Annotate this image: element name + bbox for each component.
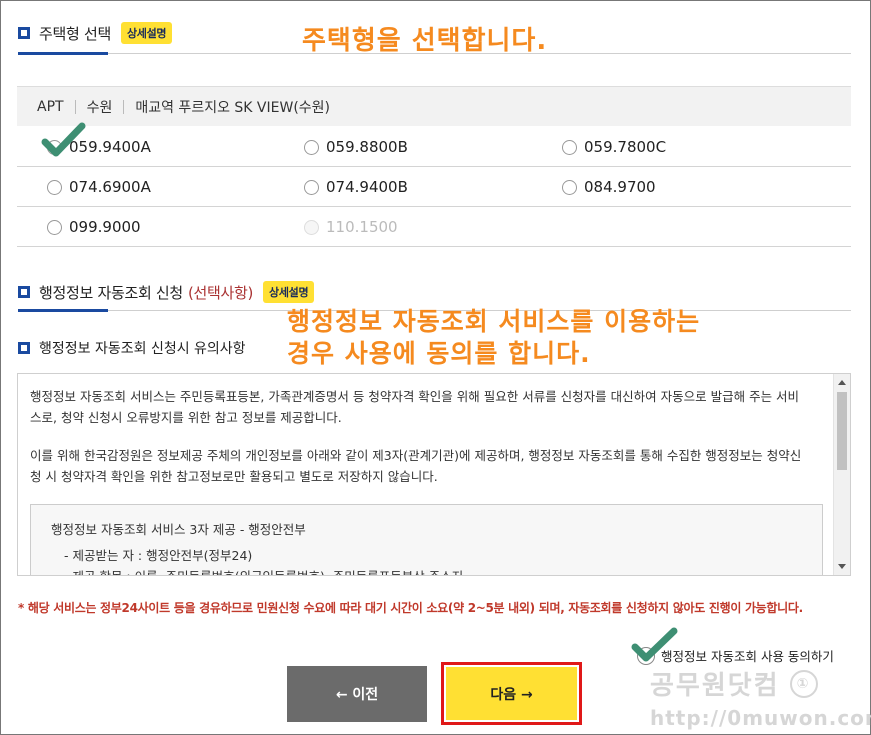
scroll-down-icon[interactable] (838, 564, 846, 569)
housing-option-label: 099.9000 (69, 218, 141, 236)
watermark-url: http://0muwon.com (650, 706, 871, 730)
watermark: 공무원닷컴 ① http://0muwon.com (650, 665, 871, 730)
notice-scroll-box[interactable]: 행정정보 자동조회 서비스는 주민등록표등본, 가족관계증명서 등 청약자격 확… (17, 373, 851, 576)
housing-option[interactable]: 059.8800B (304, 138, 408, 156)
breadcrumb: APT 수원 매교역 푸르지오 SK VIEW(수원) (17, 86, 851, 126)
housing-option-row: 074.6900A 074.9400B 084.9700 (17, 167, 851, 207)
green-check-icon (41, 122, 86, 157)
radio-button[interactable] (562, 179, 577, 195)
notice-paragraph: 행정정보 자동조회 서비스는 주민등록표등본, 가족관계증명서 등 청약자격 확… (30, 389, 800, 425)
housing-option-row: 099.9000 110.1500 (17, 207, 851, 247)
housing-option-label: 059.8800B (326, 138, 408, 156)
breadcrumb-type: APT (37, 98, 64, 115)
annotation-admin-consent: 행정정보 자동조회 서비스를 이용하는 경우 사용에 동의를 합니다. (287, 306, 700, 370)
annotation-select-housing: 주택형을 선택합니다. (302, 26, 548, 56)
admin-title: 행정정보 자동조회 신청 (39, 283, 183, 302)
housing-option-label: 110.1500 (326, 218, 398, 236)
watermark-title: 공무원닷컴 ① (650, 665, 871, 702)
housing-type-title: 주택형 선택 (39, 24, 111, 43)
radio-button[interactable] (47, 219, 62, 235)
section-square-icon (18, 342, 30, 354)
housing-option[interactable]: 099.9000 (47, 218, 141, 236)
breadcrumb-separator (74, 99, 76, 114)
housing-option[interactable]: 074.9400B (304, 178, 408, 196)
green-check-icon (631, 627, 678, 662)
radio-button[interactable] (562, 139, 577, 155)
third-party-title: 행정정보 자동조회 서비스 3자 제공 - 행정안전부 (51, 522, 306, 537)
agree-label: 행정정보 자동조회 사용 동의하기 (661, 649, 834, 664)
third-party-box: 행정정보 자동조회 서비스 3자 제공 - 행정안전부 - 제공받는 자 : 행… (30, 504, 823, 575)
warning-text: * 해당 서비스는 정부24사이트 등을 경유하므로 민원신청 수요에 따라 대… (18, 601, 803, 615)
housing-option-label: 084.9700 (584, 178, 656, 196)
housing-option-label: 074.9400B (326, 178, 408, 196)
scroll-up-icon[interactable] (838, 380, 846, 385)
prev-button[interactable]: ← 이전 (287, 666, 427, 722)
detail-badge[interactable]: 상세설명 (120, 22, 173, 44)
radio-button[interactable] (304, 179, 319, 195)
housing-option-row: 059.9400A 059.8800B 059.7800C (17, 127, 851, 167)
annotation-line: 경우 사용에 동의를 합니다. (287, 339, 591, 368)
third-party-item: - 제공받는 자 : 행정안전부(정부24) (64, 548, 253, 563)
housing-type-section-title: 주택형 선택 상세설명 (18, 22, 173, 44)
watermark-title-text: 공무원닷컴 (650, 671, 780, 701)
scroll-thumb[interactable] (837, 392, 847, 470)
housing-option-label: 059.7800C (584, 138, 667, 156)
section-divider (18, 52, 851, 55)
notice-title: 행정정보 자동조회 신청시 유의사항 (18, 338, 246, 358)
notice-content: 행정정보 자동조회 서비스는 주민등록표등본, 가족관계증명서 등 청약자격 확… (18, 374, 833, 575)
watermark-circle-icon: ① (789, 669, 818, 698)
housing-option[interactable]: 074.6900A (47, 178, 151, 196)
admin-section-title: 행정정보 자동조회 신청 (선택사항) 상세설명 (18, 281, 315, 303)
next-button[interactable]: 다음 → (446, 667, 577, 720)
housing-option-disabled: 110.1500 (304, 218, 398, 236)
third-party-item: - 제공 항목 : 이름, 주민등록번호(외국인등록번호), 주민등록표등본상 … (51, 566, 802, 575)
notice-paragraph: 이를 위해 한국감정원은 정보제공 주체의 개인정보를 아래와 같이 제3자(관… (30, 448, 802, 484)
detail-badge[interactable]: 상세설명 (263, 281, 315, 303)
housing-option[interactable]: 084.9700 (562, 178, 656, 196)
housing-option-label: 074.6900A (69, 178, 151, 196)
radio-button[interactable] (304, 139, 319, 155)
optional-label: (선택사항) (187, 283, 254, 302)
radio-button-disabled (304, 219, 319, 235)
annotation-line: 행정정보 자동조회 서비스를 이용하는 (287, 307, 701, 336)
radio-button[interactable] (47, 179, 62, 195)
breadcrumb-region: 수원 (86, 99, 113, 116)
section-square-icon (18, 27, 30, 39)
scrollbar[interactable] (833, 374, 850, 575)
housing-option[interactable]: 059.7800C (562, 138, 666, 156)
breadcrumb-separator (123, 99, 125, 114)
section-square-icon (18, 286, 30, 298)
notice-title-label: 행정정보 자동조회 신청시 유의사항 (39, 341, 246, 357)
breadcrumb-complex: 매교역 푸르지오 SK VIEW(수원) (135, 99, 330, 116)
